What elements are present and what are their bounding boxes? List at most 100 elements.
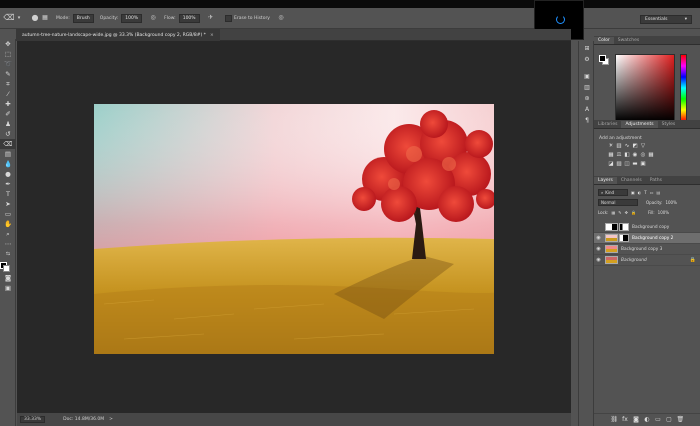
workspace-switcher[interactable]: Essentials ▾ <box>640 15 692 24</box>
tab-color[interactable]: Color <box>594 37 614 44</box>
lock-move-icon[interactable]: ✥ <box>625 210 628 215</box>
filter-smart-icon[interactable]: ▤ <box>657 190 661 195</box>
channel-mixer-icon[interactable]: ◎ <box>640 153 646 159</box>
color-balance-icon[interactable]: ⚖ <box>616 153 622 159</box>
lock-transparency-icon[interactable]: ▦ <box>611 210 615 215</box>
add-mask-icon[interactable]: ◙ <box>633 416 640 423</box>
lock-all-icon[interactable]: 🔒 <box>631 210 636 215</box>
link-layers-icon[interactable]: ⛓ <box>611 416 619 423</box>
tab-paths[interactable]: Paths <box>646 177 666 184</box>
crop-tool-icon[interactable]: ⌗ <box>0 79 16 89</box>
pressure-opacity-icon[interactable]: ◎ <box>148 13 158 23</box>
character-panel-icon[interactable]: A <box>579 104 595 115</box>
layer-opacity-field[interactable]: 100% <box>665 200 676 205</box>
tab-styles[interactable]: Styles <box>658 121 680 128</box>
levels-icon[interactable]: ▥ <box>616 144 622 150</box>
move-tool-icon[interactable]: ✥ <box>0 39 16 49</box>
tab-libraries[interactable]: Libraries <box>594 121 621 128</box>
filter-adjustment-icon[interactable]: ◐ <box>638 190 642 195</box>
document-info[interactable]: Doc: 14.8M/36.0M <box>63 417 104 422</box>
tab-swatches[interactable]: Swatches <box>614 37 644 44</box>
properties-panel-icon[interactable]: ⚙ <box>579 54 595 65</box>
hue-slider[interactable] <box>680 54 687 122</box>
layer-row[interactable]: ◉ Background copy 2 <box>594 233 700 244</box>
layer-row[interactable]: ◉ Background 🔒 <box>594 255 700 266</box>
pen-tool-icon[interactable]: ✒ <box>0 179 16 189</box>
layer-mask-thumbnail[interactable] <box>619 223 629 231</box>
gradient-map-icon[interactable]: ▬ <box>632 162 638 168</box>
mode-select[interactable]: Brush <box>72 13 94 23</box>
swap-colors-icon[interactable]: ⇆ <box>0 249 16 259</box>
paragraph-panel-icon[interactable]: ¶ <box>579 115 595 126</box>
color-lookup-icon[interactable]: ▦ <box>648 153 654 159</box>
dodge-tool-icon[interactable]: ● <box>0 169 16 179</box>
tool-preset-dropdown[interactable]: ▾ <box>14 13 24 23</box>
threshold-icon[interactable]: ◫ <box>624 162 630 168</box>
airbrush-icon[interactable]: ✈ <box>206 13 216 23</box>
posterize-icon[interactable]: ▨ <box>616 162 622 168</box>
navigator-panel-icon[interactable]: ▣ <box>579 71 595 82</box>
healing-brush-tool-icon[interactable]: ✚ <box>0 99 16 109</box>
brush-size-icon[interactable]: ● <box>30 13 40 23</box>
path-select-tool-icon[interactable]: ➤ <box>0 199 16 209</box>
brightness-icon[interactable]: ☀ <box>608 144 614 150</box>
layer-filter-select[interactable]: ⌕ Kind <box>598 188 628 196</box>
history-brush-tool-icon[interactable]: ↺ <box>0 129 16 139</box>
hand-tool-icon[interactable]: ✋ <box>0 219 16 229</box>
fill-field[interactable]: 100% <box>658 210 669 215</box>
filter-shape-icon[interactable]: ▭ <box>650 190 654 195</box>
layer-style-icon[interactable]: fx <box>622 416 629 423</box>
filter-pixel-icon[interactable]: ▣ <box>631 190 635 195</box>
eyedropper-tool-icon[interactable]: ⁄ <box>0 89 16 99</box>
tab-adjustments[interactable]: Adjustments <box>621 121 658 128</box>
eraser-tool-icon[interactable]: ⌫ <box>3 13 14 23</box>
new-layer-icon[interactable]: ▢ <box>666 416 673 423</box>
erase-to-history-checkbox[interactable] <box>224 14 233 22</box>
marquee-tool-icon[interactable]: ⬚ <box>0 49 16 59</box>
blend-mode-select[interactable]: Normal <box>598 198 638 206</box>
brush-tool-icon[interactable]: ✐ <box>0 109 16 119</box>
more-tools-icon[interactable]: ⋯ <box>0 239 16 249</box>
trash-icon[interactable]: 🗑 <box>677 416 685 423</box>
zoom-tool-icon[interactable]: ⌕ <box>0 229 16 239</box>
lock-paint-icon[interactable]: ✎ <box>618 210 621 215</box>
gradient-tool-icon[interactable]: ▤ <box>0 149 16 159</box>
status-menu-arrow[interactable]: > <box>109 417 113 422</box>
tab-layers[interactable]: Layers <box>594 177 617 184</box>
eraser-tool-icon[interactable]: ⌫ <box>0 139 16 149</box>
color-swatches-icon[interactable] <box>0 259 16 273</box>
eye-icon[interactable]: ◉ <box>594 257 603 263</box>
curves-icon[interactable]: ∿ <box>624 144 630 150</box>
filter-type-icon[interactable]: T <box>644 190 646 195</box>
close-icon[interactable]: × <box>210 33 214 38</box>
black-white-icon[interactable]: ◧ <box>624 153 630 159</box>
quick-mask-icon[interactable]: ◙ <box>0 273 16 283</box>
layer-row[interactable]: Background copy <box>594 222 700 233</box>
lasso-tool-icon[interactable]: ➰ <box>0 59 16 69</box>
invert-icon[interactable]: ◪ <box>608 162 614 168</box>
new-adjustment-icon[interactable]: ◐ <box>644 416 651 423</box>
layer-row[interactable]: ◉ Background copy 3 <box>594 244 700 255</box>
clone-stamp-tool-icon[interactable]: ♟ <box>0 119 16 129</box>
tab-channels[interactable]: Channels <box>617 177 646 184</box>
color-picker-field[interactable] <box>615 54 675 122</box>
document-canvas-image[interactable] <box>94 104 494 354</box>
hue-saturation-icon[interactable]: ▦ <box>608 153 614 159</box>
shape-tool-icon[interactable]: ▭ <box>0 209 16 219</box>
screen-mode-icon[interactable]: ▣ <box>0 283 16 293</box>
pressure-size-icon[interactable]: ◎ <box>276 13 286 23</box>
history-panel-icon[interactable]: ⊞ <box>579 43 595 54</box>
quick-select-tool-icon[interactable]: ✎ <box>0 69 16 79</box>
brush-panel-icon[interactable]: ⊛ <box>579 93 595 104</box>
document-tab[interactable]: autumn-tree-nature-landscape-wide.jpg @ … <box>16 29 220 41</box>
photo-filter-icon[interactable]: ◉ <box>632 153 638 159</box>
eye-icon[interactable]: ◉ <box>594 235 603 241</box>
selective-color-icon[interactable]: ▣ <box>640 162 646 168</box>
info-panel-icon[interactable]: ▥ <box>579 82 595 93</box>
new-group-icon[interactable]: ▭ <box>655 416 662 423</box>
blur-tool-icon[interactable]: 💧 <box>0 159 16 169</box>
vibrance-icon[interactable]: ▽ <box>640 144 646 150</box>
type-tool-icon[interactable]: T <box>0 189 16 199</box>
foreground-color-swatch[interactable] <box>599 55 606 62</box>
brush-panel-icon[interactable]: ▦ <box>40 13 50 23</box>
